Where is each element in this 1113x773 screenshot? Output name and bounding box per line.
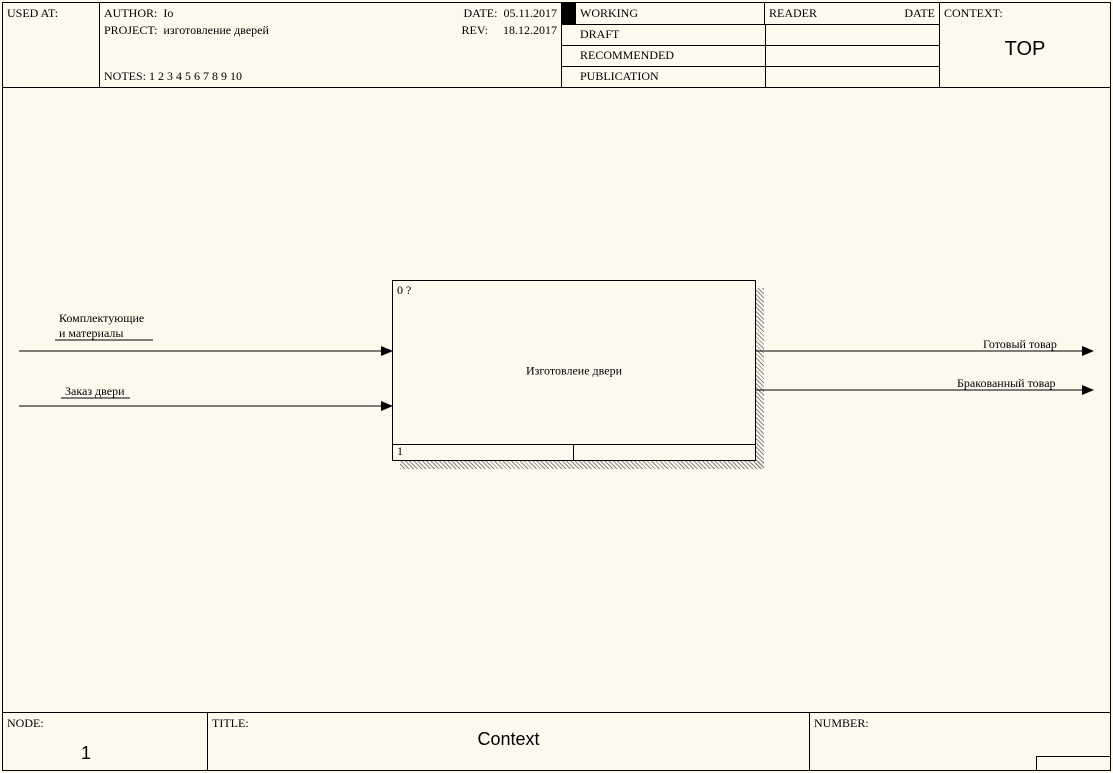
box-shadow-right — [756, 288, 764, 469]
output-label-2: Бракованный товар — [957, 376, 1056, 391]
header: USED AT: AUTHOR: Io DATE: 05.11.2017 PRO… — [3, 3, 1110, 88]
node-label: NODE: — [7, 716, 44, 730]
notes-value: 1 2 3 4 5 6 7 8 9 10 — [149, 69, 242, 83]
box-shadow-bottom — [400, 461, 764, 469]
reader-label: READER — [769, 6, 817, 21]
footer: NODE: 1 TITLE: Context NUMBER: — [3, 712, 1110, 770]
box-title: Изготовлеие двери — [526, 363, 622, 378]
header-status-block: WORKING READER DATE DRAFT RECOMMENDED PU… — [562, 3, 940, 87]
author-value: Io — [163, 6, 173, 20]
input-label-2: Заказ двери — [65, 384, 125, 399]
date-value: 05.11.2017 — [503, 6, 557, 20]
activity-box: 0 ? Изготовлеие двери 1 — [392, 280, 756, 461]
header-used-at: USED AT: — [3, 3, 100, 87]
box-bottom-num: 1 — [397, 444, 403, 459]
author-label: AUTHOR: — [104, 6, 157, 20]
box-top-id: 0 ? — [397, 283, 411, 298]
footer-small-box — [1036, 756, 1110, 770]
title-label: TITLE: — [212, 716, 249, 730]
status-draft: DRAFT — [562, 25, 766, 45]
project-value: изготовление дверей — [163, 23, 268, 37]
node-value: 1 — [81, 743, 91, 764]
title-value: Context — [477, 729, 539, 750]
footer-title: TITLE: Context — [208, 713, 810, 770]
diagram-body: 0 ? Изготовлеие двери 1 Ко — [3, 88, 1110, 714]
rev-label: REV: — [462, 23, 488, 37]
footer-number: NUMBER: — [810, 713, 1110, 770]
input-1-text: Комплектующиеи материалы — [59, 311, 144, 340]
context-label: CONTEXT: — [944, 6, 1003, 20]
header-context: CONTEXT: TOP — [940, 3, 1110, 87]
output-label-1: Готовый товар — [983, 337, 1057, 352]
status-recommended: RECOMMENDED — [562, 46, 766, 66]
rev-value: 18.12.2017 — [503, 23, 557, 37]
context-value: TOP — [1005, 38, 1046, 61]
footer-node: NODE: 1 — [3, 713, 208, 770]
diagram-frame: USED AT: AUTHOR: Io DATE: 05.11.2017 PRO… — [2, 2, 1111, 771]
status-publication: PUBLICATION — [562, 67, 766, 87]
header-author-block: AUTHOR: Io DATE: 05.11.2017 PROJECT: изг… — [100, 3, 562, 87]
input-label-1: Комплектующиеи материалы — [59, 311, 144, 341]
used-at-label: USED AT: — [7, 6, 58, 20]
reader-date-label: DATE — [904, 6, 935, 21]
number-label: NUMBER: — [814, 716, 869, 730]
date-label: DATE: — [463, 6, 497, 20]
project-label: PROJECT: — [104, 23, 157, 37]
status-working: WORKING — [576, 3, 765, 24]
status-marker — [562, 3, 576, 24]
notes-label: NOTES: — [104, 69, 146, 83]
